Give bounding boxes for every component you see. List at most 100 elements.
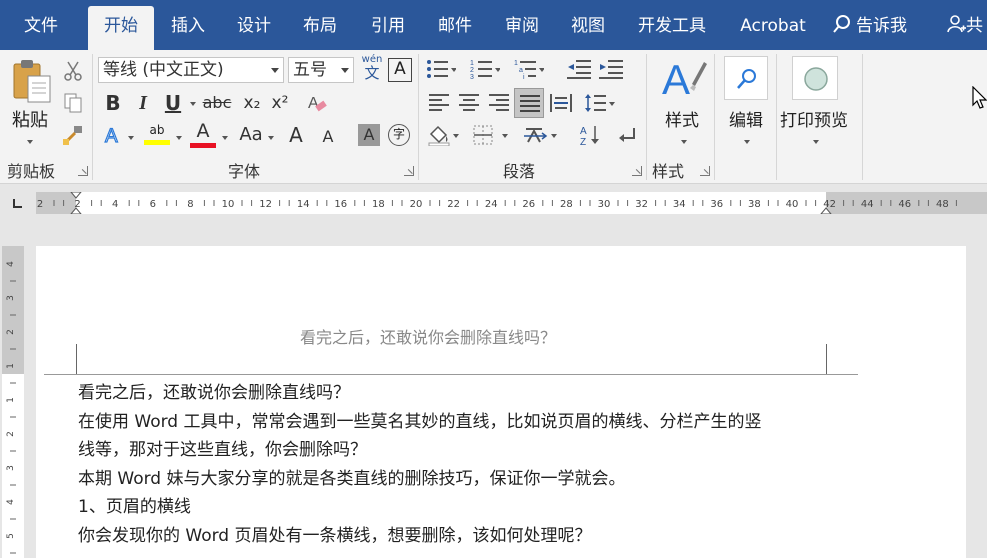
strikethrough-button[interactable]: abc (202, 90, 232, 116)
distributed-icon[interactable] (550, 92, 572, 114)
tab-developer[interactable]: 开发工具 (626, 0, 718, 50)
page-header-text[interactable]: 看完之后，还敢说你会删除直线吗？ (300, 324, 556, 348)
svg-text:A: A (662, 56, 690, 103)
font-size-select[interactable]: 五号 (288, 57, 354, 83)
align-left-icon[interactable] (428, 92, 450, 114)
tab-selector[interactable] (0, 186, 36, 222)
subscript-button[interactable]: x₂ (240, 90, 264, 116)
group-separator (862, 54, 863, 180)
multilevel-list-icon[interactable]: 1ai (514, 58, 544, 80)
print-preview-dropdown-icon[interactable] (813, 140, 819, 144)
increase-indent-icon[interactable] (598, 58, 624, 80)
character-shading-button[interactable]: A (358, 124, 380, 146)
tab-design[interactable]: 设计 (224, 0, 284, 50)
text-effects-dropdown-icon[interactable] (128, 136, 134, 140)
superscript-button[interactable]: x² (268, 90, 292, 116)
numbering-icon[interactable]: 123 (470, 58, 500, 80)
change-case-button[interactable]: Aa (234, 122, 268, 148)
tab-review[interactable]: 审阅 (492, 0, 552, 50)
justify-button[interactable] (514, 88, 544, 118)
enclose-characters-button[interactable]: 字 (388, 124, 410, 146)
font-color-dropdown-icon[interactable] (222, 136, 228, 140)
horizontal-ruler[interactable]: 2 2 4 6 8 10 12 14 16 18 20 22 24 26 28 30 32 34 36 38 40 42 4… (36, 192, 987, 214)
tab-mailings[interactable]: 邮件 (424, 0, 486, 50)
styles-dropdown-icon[interactable] (681, 140, 687, 144)
chinese-layout-icon[interactable] (524, 124, 560, 146)
bullets-icon[interactable] (426, 58, 456, 80)
paste-dropdown-icon[interactable] (27, 140, 33, 144)
ruler-label: 20 (410, 199, 423, 210)
group-separator (92, 54, 93, 180)
paragraph-launcher-icon[interactable] (632, 166, 642, 176)
font-launcher-icon[interactable] (404, 166, 414, 176)
tell-me-box[interactable]: 告诉我 (832, 0, 907, 50)
share-button[interactable]: 共 (946, 0, 983, 50)
highlight-text: ab (149, 123, 165, 137)
italic-button[interactable]: I (132, 90, 154, 116)
styles-launcher-icon[interactable] (700, 166, 710, 176)
bold-button[interactable]: B (102, 90, 124, 116)
tab-references[interactable]: 引用 (358, 0, 418, 50)
text-effects-icon[interactable]: A (102, 124, 124, 146)
ruler-label: 40 (786, 199, 799, 210)
clear-formatting-icon[interactable]: A (306, 92, 328, 114)
find-icon (737, 69, 756, 89)
tab-home[interactable]: 开始 (88, 6, 154, 50)
document-page[interactable]: 看完之后，还敢说你会删除直线吗？ 看完之后，还敢说你会删除直线吗？ 在使用 Wo… (36, 246, 966, 558)
character-border-button[interactable]: A (388, 58, 412, 82)
phonetic-guide-button[interactable]: wén 文 (360, 54, 384, 84)
editing-dropdown-icon[interactable] (744, 140, 750, 144)
document-body[interactable]: 看完之后，还敢说你会删除直线吗？ 在使用 Word 工具中，常常会遇到一些莫名其… (78, 379, 838, 550)
shading-icon[interactable] (428, 124, 460, 146)
tab-insert[interactable]: 插入 (158, 0, 218, 50)
borders-icon[interactable] (472, 124, 512, 146)
font-name-select[interactable]: 等线 (中文正文) (98, 57, 284, 83)
decrease-indent-icon[interactable] (566, 58, 592, 80)
ruler-label: 8 (187, 199, 193, 210)
share-label: 共 (966, 16, 983, 36)
shrink-font-button[interactable]: A (318, 124, 338, 150)
font-color-letter: A (196, 120, 210, 142)
font-size-value: 五号 (293, 60, 327, 80)
highlight-button[interactable]: ab (144, 122, 170, 148)
underline-button[interactable]: U (162, 90, 184, 116)
format-painter-icon[interactable] (62, 124, 84, 146)
ruler-label: 32 (635, 199, 648, 210)
vertical-scrollbar[interactable] (966, 222, 987, 558)
paste-icon[interactable] (10, 58, 54, 104)
tab-layout[interactable]: 布局 (290, 0, 350, 50)
print-preview-tile[interactable] (792, 56, 838, 100)
font-color-button[interactable]: A (190, 122, 216, 148)
editing-tile[interactable] (724, 56, 768, 100)
grow-font-button[interactable]: A (286, 122, 306, 148)
align-center-icon[interactable] (458, 92, 480, 114)
align-right-icon[interactable] (488, 92, 510, 114)
paste-button[interactable]: 粘贴 (12, 106, 48, 132)
header-rule-line (44, 374, 858, 375)
tab-view[interactable]: 视图 (558, 0, 618, 50)
font-color-bar (190, 143, 216, 148)
print-preview-button[interactable]: 打印预览 (780, 106, 848, 131)
hanging-indent-marker[interactable] (70, 192, 82, 199)
copy-icon[interactable] (62, 92, 84, 114)
styles-button[interactable]: 样式 (665, 106, 699, 131)
sort-icon[interactable]: AZ (580, 124, 602, 146)
cut-icon[interactable] (62, 60, 84, 82)
underline-dropdown-icon[interactable] (190, 102, 196, 106)
svg-text:1: 1 (514, 60, 518, 67)
ruler-label: 16 (334, 199, 347, 210)
tab-acrobat[interactable]: Acrobat (728, 0, 818, 50)
change-case-dropdown-icon[interactable] (268, 136, 274, 140)
clipboard-launcher-icon[interactable] (78, 166, 88, 176)
styles-group-label: 样式 (652, 162, 685, 181)
show-marks-icon[interactable] (616, 124, 638, 146)
styles-icon[interactable]: A (660, 54, 708, 104)
highlight-dropdown-icon[interactable] (176, 136, 182, 140)
editing-button[interactable]: 编辑 (729, 106, 763, 131)
vertical-ruler[interactable]: 4 3 2 1 1 2 3 4 5 (2, 246, 24, 558)
line-spacing-icon[interactable] (584, 92, 616, 114)
tab-file[interactable]: 文件 (10, 0, 72, 50)
ruler-label: 6 (150, 199, 156, 210)
group-separator (418, 54, 419, 180)
paragraph-group-label: 段落 (503, 162, 536, 181)
